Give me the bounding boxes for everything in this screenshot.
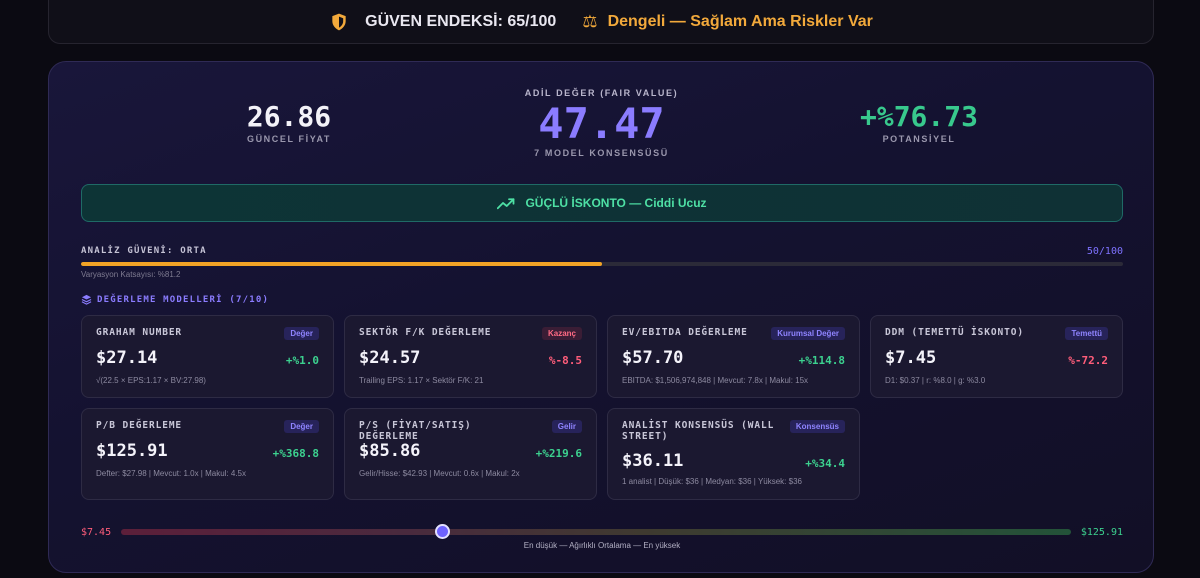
trust-verdict: Dengeli — Sağlam Ama Riskler Var [607, 12, 873, 30]
model-card-sector-pe[interactable]: SEKTÖR F/K DEĞERLEME Kazanç $24.57 %-8.5… [344, 315, 597, 398]
model-badge: Değer [284, 327, 319, 340]
trust-index-label: GÜVEN ENDEKSİ: 65/100 [365, 12, 557, 30]
model-value: $36.11 [622, 451, 684, 471]
fair-value-subtitle: 7 MODEL KONSENSÜSÜ [534, 148, 669, 158]
valuation-range: $7.45 $125.91 En düşük — Ağırlıklı Ortal… [81, 523, 1123, 553]
model-badge: Temettü [1065, 327, 1108, 340]
model-card-analyst-consensus[interactable]: ANALİST KONSENSÜS (WALL STREET) Konsensü… [607, 408, 860, 500]
model-card-ps[interactable]: P/S (FİYAT/SATIŞ) DEĞERLEME Gelir $85.86… [344, 408, 597, 500]
model-delta: %-8.5 [548, 354, 582, 367]
model-delta: +%219.6 [535, 447, 582, 460]
model-formula: √(22.5 × EPS:1.17 × BV:27.98) [96, 376, 206, 385]
variance-coefficient: Varyasyon Katsayısı: %81.2 [81, 270, 181, 279]
model-title: GRAHAM NUMBER [96, 327, 183, 338]
range-track [121, 524, 1071, 539]
model-badge: Değer [284, 420, 319, 433]
model-value: $125.91 [96, 441, 168, 461]
model-formula: Trailing EPS: 1.17 × Sektör F/K: 21 [359, 376, 484, 385]
fair-value-caption: ADİL DEĞER (FAIR VALUE) [524, 88, 679, 98]
trending-up-icon [497, 198, 515, 210]
models-grid: GRAHAM NUMBER Değer $27.14 +%1.0 √(22.5 … [81, 315, 1123, 500]
model-formula: Defter: $27.98 | Mevcut: 1.0x | Makul: 4… [96, 469, 247, 478]
model-formula: 1 analist | Düşük: $36 | Medyan: $36 | Y… [622, 477, 802, 486]
model-delta: +%368.8 [272, 447, 319, 460]
model-card-graham[interactable]: GRAHAM NUMBER Değer $27.14 +%1.0 √(22.5 … [81, 315, 334, 398]
range-caption: En düşük — Ağırlıklı Ortalama — En yükse… [523, 541, 681, 550]
model-formula: EBITDA: $1,506,974,848 | Mevcut: 7.8x | … [622, 376, 809, 385]
models-header-text: DEĞERLEME MODELLERİ (7/10) [97, 294, 270, 305]
trust-index-banner: GÜVEN ENDEKSİ: 65/100 ⚖ Dengeli — Sağlam… [48, 0, 1154, 44]
discount-verdict-text: GÜÇLÜ İSKONTO — Ciddi Ucuz [525, 196, 707, 210]
potential-label: POTANSİYEL [882, 134, 956, 144]
model-card-ddm[interactable]: DDM (TEMETTÜ İSKONTO) Temettü $7.45 %-72… [870, 315, 1123, 398]
model-formula: D1: $0.37 | r: %8.0 | g: %3.0 [885, 376, 986, 385]
weighted-average-marker[interactable] [435, 524, 451, 539]
model-title: P/B DEĞERLEME [96, 420, 183, 431]
model-value: $27.14 [96, 348, 158, 368]
shield-icon [332, 13, 346, 30]
valuation-card: 26.86 GÜNCEL FİYAT ADİL DEĞER (FAIR VALU… [48, 61, 1154, 573]
model-value: $85.86 [359, 441, 421, 461]
fair-value-block: ADİL DEĞER (FAIR VALUE) 47.47 7 MODEL KO… [489, 88, 714, 158]
range-high-value: $125.91 [1080, 527, 1123, 538]
model-value: $24.57 [359, 348, 421, 368]
confidence-progress-bar [81, 262, 1123, 266]
model-value: $57.70 [622, 348, 684, 368]
confidence-progress-fill [81, 262, 602, 266]
model-delta: %-72.2 [1068, 354, 1108, 367]
model-badge: Gelir [551, 420, 582, 433]
current-price-block: 26.86 GÜNCEL FİYAT [219, 100, 359, 144]
confidence-label: ANALİZ GÜVENİ: ORTA [81, 246, 207, 256]
price-summary: 26.86 GÜNCEL FİYAT ADİL DEĞER (FAIR VALU… [49, 62, 1153, 172]
model-badge: Kurumsal Değer [771, 327, 845, 340]
model-badge: Konsensüs [789, 420, 845, 433]
range-low-value: $7.45 [81, 527, 112, 538]
balance-scale-icon: ⚖ [582, 11, 598, 31]
current-price-label: GÜNCEL FİYAT [246, 134, 332, 144]
model-delta: +%114.8 [798, 354, 845, 367]
model-title: ANALİST KONSENSÜS (WALL STREET) [622, 420, 775, 442]
model-card-ev-ebitda[interactable]: EV/EBITDA DEĞERLEME Kurumsal Değer $57.7… [607, 315, 860, 398]
model-title: DDM (TEMETTÜ İSKONTO) [885, 327, 1025, 338]
model-delta: +%34.4 [805, 457, 845, 470]
models-header: DEĞERLEME MODELLERİ (7/10) [81, 294, 269, 305]
potential-value: +%76.73 [859, 100, 978, 133]
potential-block: +%76.73 POTANSİYEL [839, 100, 999, 144]
discount-verdict-box: GÜÇLÜ İSKONTO — Ciddi Ucuz [81, 184, 1123, 222]
fair-value: 47.47 [538, 99, 665, 148]
model-value: $7.45 [885, 348, 937, 368]
model-title: EV/EBITDA DEĞERLEME [622, 327, 748, 338]
model-badge: Kazanç [541, 327, 582, 340]
model-title: SEKTÖR F/K DEĞERLEME [359, 327, 492, 338]
model-delta: +%1.0 [285, 354, 319, 367]
current-price: 26.86 [246, 100, 332, 133]
layers-icon [81, 294, 92, 305]
model-formula: Gelir/Hisse: $42.93 | Mevcut: 0.6x | Mak… [359, 469, 520, 478]
model-title: P/S (FİYAT/SATIŞ) DEĞERLEME [359, 420, 472, 442]
confidence-score: 50/100 [1086, 245, 1123, 257]
confidence-row: ANALİZ GÜVENİ: ORTA 50/100 [81, 244, 1123, 258]
model-card-pb[interactable]: P/B DEĞERLEME Değer $125.91 +%368.8 Deft… [81, 408, 334, 500]
